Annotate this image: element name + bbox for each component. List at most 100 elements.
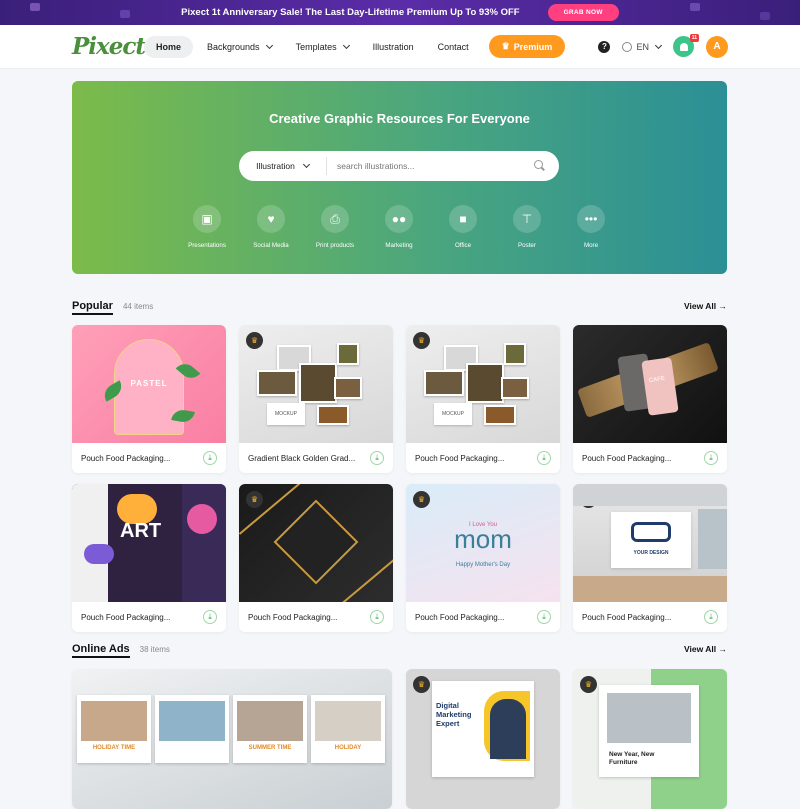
ad-post: SUMMER TIME — [233, 695, 307, 763]
confetti-decoration — [30, 3, 40, 11]
category-marketing[interactable]: ●● Marketing — [382, 205, 416, 249]
crown-icon: ♛ — [413, 491, 430, 508]
section-title: Popular — [72, 300, 113, 315]
language-label: EN — [636, 41, 649, 52]
category-poster[interactable]: ⊤ Poster — [510, 205, 544, 249]
download-icon[interactable]: ⤓ — [537, 610, 551, 624]
card-thumbnail: ♛ — [239, 484, 393, 602]
resource-card[interactable]: CAFE Pouch Food Packaging... ⤓ — [573, 325, 727, 473]
category-presentations[interactable]: ▣ Presentations — [188, 205, 226, 249]
arrow-right-icon: → — [718, 301, 728, 311]
ad-photo — [237, 701, 303, 741]
poster-panel — [72, 484, 108, 602]
download-icon[interactable]: ⤓ — [203, 610, 217, 624]
resource-card[interactable]: ♛ I Love You mom Happy Mother's Day Pouc… — [406, 484, 560, 632]
card-title: Pouch Food Packaging... — [81, 612, 171, 622]
grab-now-button[interactable]: GRAB NOW — [547, 4, 619, 21]
resource-card[interactable]: ART Pouch Food Packaging... ⤓ — [72, 484, 226, 632]
top-navbar: Pixect Home Backgrounds Templates Illust… — [0, 25, 800, 69]
thumb-subtext: Happy Mother's Day — [455, 562, 511, 568]
mockup-photo — [484, 405, 516, 425]
thumb-text: ART — [120, 520, 162, 542]
download-icon[interactable]: ⤓ — [537, 451, 551, 465]
download-icon[interactable]: ⤓ — [203, 451, 217, 465]
resource-card[interactable]: ♛ YOUR DESIGN Pouch Food Packaging... ⤓ — [573, 484, 727, 632]
ad-post: HOLIDAY — [311, 695, 385, 763]
resource-card[interactable]: ♛ Pouch Food Packaging... ⤓ — [239, 484, 393, 632]
view-all-link[interactable]: View All → — [684, 301, 727, 311]
search-category-select[interactable]: Illustration — [239, 157, 327, 175]
nav-contact[interactable]: Contact — [428, 36, 479, 58]
site-logo[interactable]: Pixect — [72, 33, 146, 60]
card-thumbnail: ♛ New Year, New Furniture — [573, 669, 727, 809]
nav-illustration[interactable]: Illustration — [363, 36, 424, 58]
search-icon[interactable] — [533, 159, 547, 173]
office-window — [698, 509, 727, 569]
header-actions: ? EN 11 A — [598, 34, 728, 58]
notification-badge: 11 — [689, 34, 699, 42]
chevron-down-icon — [302, 160, 310, 169]
category-label: Office — [454, 242, 472, 249]
download-icon[interactable]: ⤓ — [704, 610, 718, 624]
category-more[interactable]: ••• More — [574, 205, 608, 249]
more-dots-icon: ••• — [577, 205, 605, 233]
thumb-text: YOUR DESIGN — [633, 550, 669, 556]
chevron-down-icon — [654, 41, 663, 49]
language-selector[interactable]: EN — [622, 41, 663, 52]
crown-icon: ♛ — [413, 332, 430, 349]
search-input[interactable] — [327, 161, 533, 171]
thumb-text: MOCKUP — [434, 403, 472, 425]
nav-backgrounds-label: Backgrounds — [207, 41, 260, 52]
heart-icon: ♥ — [257, 205, 285, 233]
resource-card[interactable]: HOLIDAY TIME SUMMER TIME HOLIDAY — [72, 669, 392, 809]
crown-icon: ♛ — [580, 676, 597, 693]
download-icon[interactable]: ⤓ — [370, 610, 384, 624]
search-bar: Illustration — [239, 151, 559, 181]
mockup-photo — [334, 377, 362, 399]
category-label: Presentations — [188, 242, 226, 249]
ad-label: HOLIDAY TIME — [92, 745, 136, 751]
nav-backgrounds[interactable]: Backgrounds — [197, 36, 282, 58]
category-print-products[interactable]: ⎙ Print products — [316, 205, 354, 249]
download-icon[interactable]: ⤓ — [370, 451, 384, 465]
resource-card[interactable]: PASTEL Pouch Food Packaging... ⤓ — [72, 325, 226, 473]
user-avatar[interactable]: A — [706, 35, 728, 58]
ad-photo — [315, 701, 381, 741]
ad-photo — [81, 701, 147, 741]
chevron-down-icon — [342, 41, 350, 49]
confetti-decoration — [120, 10, 130, 18]
gold-line-graphic — [328, 555, 393, 602]
globe-icon — [622, 41, 633, 52]
card-title: Pouch Food Packaging... — [248, 612, 338, 622]
resource-card[interactable]: ♛ MOCKUP Gradient Black Golden Grad... ⤓ — [239, 325, 393, 473]
card-title: Pouch Food Packaging... — [582, 453, 672, 463]
crown-icon: ♛ — [413, 676, 430, 693]
view-all-label: View All — [684, 644, 717, 654]
card-thumbnail: CAFE — [573, 325, 727, 443]
card-thumbnail: ♛ I Love You mom Happy Mother's Day — [406, 484, 560, 602]
section-count: 44 items — [122, 302, 154, 311]
card-title: Pouch Food Packaging... — [415, 453, 505, 463]
thumb-text: New Year, New Furniture — [609, 751, 655, 766]
people-icon: ●● — [385, 205, 413, 233]
resource-card[interactable]: ♛ New Year, New Furniture — [573, 669, 727, 809]
nav-templates[interactable]: Templates — [286, 36, 359, 58]
confetti-decoration — [690, 3, 700, 11]
category-office[interactable]: ■ Office — [446, 205, 480, 249]
card-thumbnail: ♛ Digital Marketing Expert — [406, 669, 560, 809]
category-label: More — [583, 242, 599, 249]
category-label: Social Media — [253, 242, 289, 249]
resource-card[interactable]: ♛ Digital Marketing Expert — [406, 669, 560, 809]
premium-label: Premium — [513, 41, 553, 52]
category-social-media[interactable]: ♥ Social Media — [253, 205, 289, 249]
nav-home[interactable]: Home — [144, 35, 194, 58]
chevron-down-icon — [265, 41, 273, 49]
premium-button[interactable]: ♛ Premium — [488, 35, 566, 58]
resource-card[interactable]: ♛ MOCKUP Pouch Food Packaging... ⤓ — [406, 325, 560, 473]
download-icon[interactable]: ⤓ — [704, 451, 718, 465]
crown-icon: ♛ — [501, 41, 510, 51]
category-shortcuts: ▣ Presentations ♥ Social Media ⎙ Print prod… — [188, 205, 608, 249]
help-icon[interactable]: ? — [598, 40, 611, 53]
view-all-link[interactable]: View All → — [684, 644, 727, 654]
notification-button[interactable]: 11 — [673, 34, 699, 57]
